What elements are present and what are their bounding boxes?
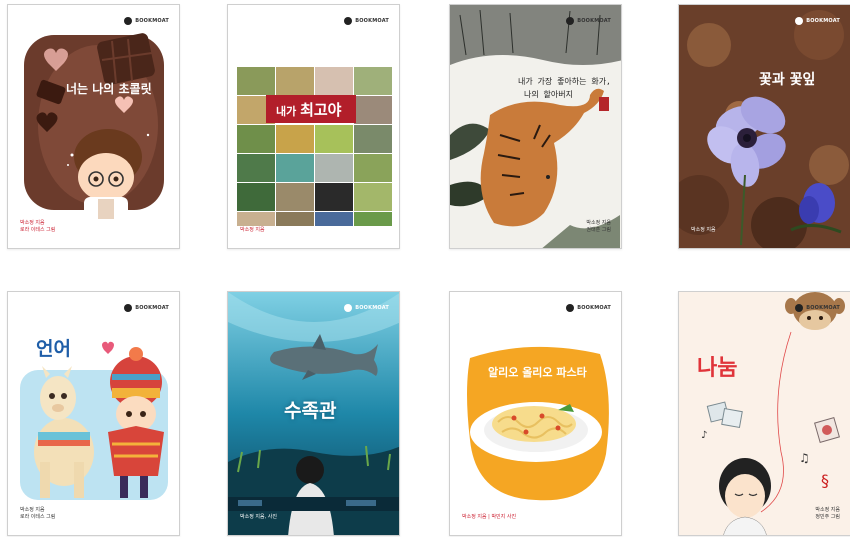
book-card-language[interactable]: BOOKMOAT 언어 박소정 지음 로라 이테스 그림	[7, 291, 180, 536]
svg-text:♪: ♪	[701, 430, 707, 441]
publisher-logo: BOOKMOAT	[566, 304, 611, 312]
book-title: 내가 가장 좋아하는 화가, 나의 할아버지	[518, 77, 611, 99]
publisher-logo: BOOKMOAT	[795, 304, 840, 312]
book-credits: 박소정 지음 로라 이테스 그림	[20, 220, 56, 233]
book-card-grandfather[interactable]: BOOKMOAT 내가 가장 좋아하는 화가, 나의 할아버지 박소정 지음 권…	[449, 4, 622, 249]
book-title: 알리오 올리오 파스타	[488, 366, 587, 379]
book-credits: 박소정 지음, 사진	[240, 514, 277, 520]
publisher-icon	[344, 17, 353, 25]
publisher-logo: BOOKMOAT	[124, 304, 169, 312]
book-title: 꽃과 꽃잎	[759, 72, 816, 88]
book-card-best[interactable]: BOOKMOAT 내가 최고야 박소정 지음	[227, 4, 400, 249]
book-title: 내가 최고야	[276, 101, 342, 119]
publisher-icon	[566, 304, 575, 312]
svg-text:♫: ♫	[799, 451, 810, 465]
publisher-logo: BOOKMOAT	[344, 17, 389, 25]
publisher-logo: BOOKMOAT	[124, 17, 169, 25]
alpaca-cover-art	[20, 341, 168, 500]
book-title: 수족관	[284, 400, 337, 422]
book-card-chocolate[interactable]: BOOKMOAT 너는 나의 초콜릿 박소정 지음 로라 이테스 그림	[7, 4, 180, 249]
flower-photo-cover-art	[679, 5, 850, 248]
book-credits: 박소정 지음 로라 이테스 그림	[20, 507, 56, 520]
book-card-pasta[interactable]: BOOKMOAT 알리오 올리오 파스타 박소정 지음 | 박민지 사진	[449, 291, 622, 536]
book-title: 언어	[36, 338, 71, 360]
animal-grid-cover-art	[237, 67, 392, 226]
book-title: 나눔	[697, 356, 738, 381]
svg-text:§: §	[821, 471, 829, 490]
publisher-icon	[344, 304, 353, 312]
pasta-cover-art	[467, 346, 609, 501]
book-grid: BOOKMOAT 너는 나의 초콜릿 박소정 지음 로라 이테스 그림 BOOK…	[0, 0, 850, 537]
tiger-painting-cover-art	[450, 5, 621, 248]
sharing-cover-art: ♪ ♫ §	[679, 292, 850, 535]
publisher-icon	[566, 17, 575, 25]
book-card-sharing[interactable]: ♪ ♫ § BOOKMOAT 나눔 박소정 지음 정민주 그림	[678, 291, 850, 536]
publisher-logo: BOOKMOAT	[344, 304, 389, 312]
book-credits: 박소정 지음 정민주 그림	[815, 507, 840, 520]
book-card-flowers[interactable]: BOOKMOAT 꽃과 꽃잎 박소정 지음	[678, 4, 850, 249]
book-credits: 박소정 지음 | 박민지 사진	[462, 514, 517, 520]
book-card-aquarium[interactable]: BOOKMOAT 수족관 박소정 지음, 사진	[227, 291, 400, 536]
publisher-logo: BOOKMOAT	[795, 17, 840, 25]
book-title: 너는 나의 초콜릿	[66, 82, 152, 96]
publisher-icon	[795, 304, 804, 312]
book-credits: 박소정 지음	[240, 227, 265, 233]
publisher-icon	[124, 17, 133, 25]
publisher-logo: BOOKMOAT	[566, 17, 611, 25]
publisher-icon	[124, 304, 133, 312]
book-credits: 박소정 지음 권태훈 그림	[586, 220, 611, 233]
book-credits: 박소정 지음	[691, 227, 716, 233]
chocolate-cover-art	[24, 33, 164, 219]
publisher-icon	[795, 17, 804, 25]
